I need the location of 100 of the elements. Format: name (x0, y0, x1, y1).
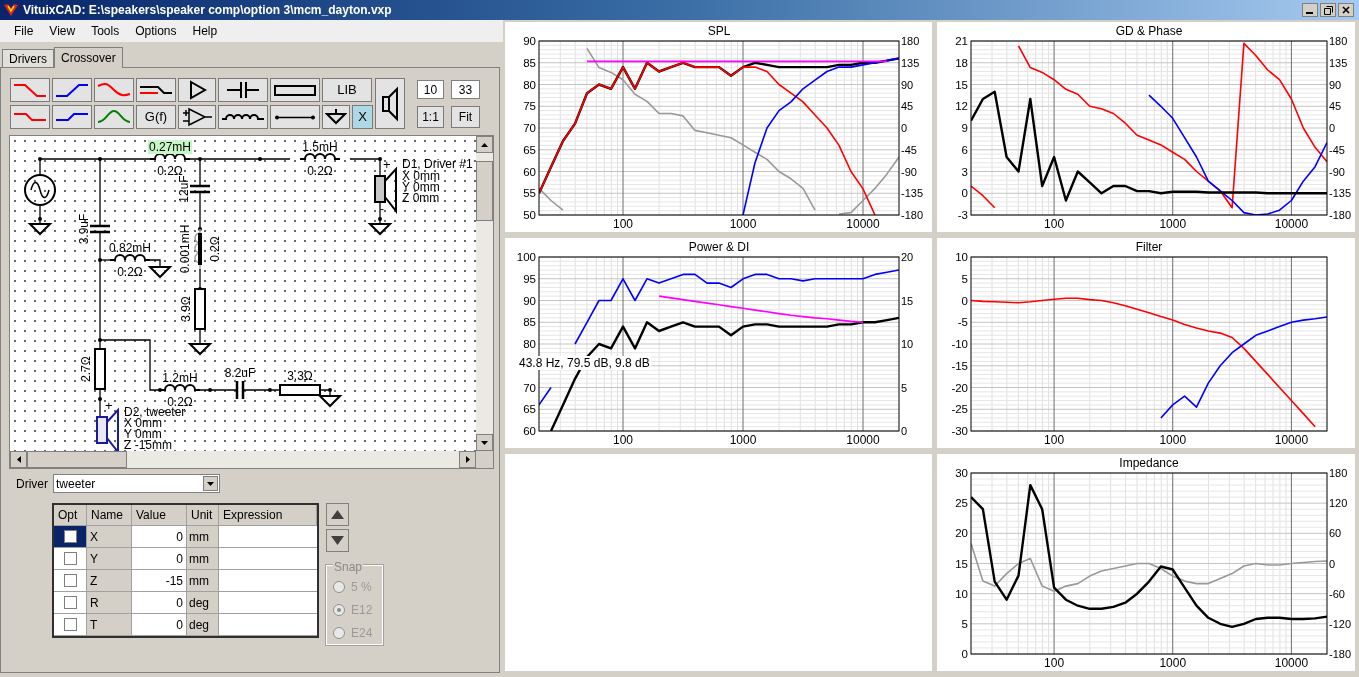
axis-tick-label: -25 (951, 402, 968, 417)
inductor-symbol[interactable] (194, 228, 202, 270)
column-header[interactable]: Opt (54, 505, 87, 526)
zoom-button[interactable]: 1:1 (417, 106, 444, 128)
table-cell[interactable] (54, 592, 87, 614)
toolbar-button[interactable] (218, 105, 268, 129)
menu-item[interactable]: View (41, 22, 84, 40)
checkbox[interactable] (63, 574, 77, 587)
inductor-symbol[interactable] (299, 153, 341, 160)
toolbar-button[interactable] (322, 105, 350, 129)
menu-item[interactable]: Help (184, 22, 226, 40)
toolbar-button[interactable] (270, 78, 320, 102)
column-header[interactable]: Unit (187, 505, 219, 526)
table-cell[interactable] (54, 526, 87, 548)
toolbar-button[interactable] (178, 105, 216, 129)
toolbar-button[interactable] (52, 105, 92, 129)
tab[interactable]: Drivers (2, 49, 54, 67)
toolbar-button[interactable] (375, 78, 405, 129)
checkbox[interactable] (63, 596, 77, 609)
table-cell[interactable] (54, 548, 87, 570)
table-cell[interactable]: 0 (132, 614, 187, 636)
axis-tick-label: 0 (961, 186, 968, 201)
axis-tick-label: 135 (1329, 55, 1348, 70)
zoom-field[interactable]: 33 (451, 80, 480, 99)
table-cell[interactable]: 0 (132, 526, 187, 548)
component-value: 3.9Ω (179, 296, 193, 322)
field-label: Driver (16, 475, 49, 493)
toolbar-button[interactable] (136, 78, 176, 102)
axis-tick-label: 30 (955, 466, 968, 480)
scroll-up-button[interactable] (476, 136, 493, 153)
move-down-button[interactable] (326, 529, 349, 552)
driver-dropdown[interactable]: tweeter (53, 474, 220, 493)
column-header[interactable]: Value (132, 505, 187, 526)
table-cell: mm (187, 526, 219, 548)
scrollbar-thumb[interactable] (27, 451, 127, 468)
right-arrow-icon (465, 456, 470, 463)
menu-item[interactable]: Tools (83, 22, 128, 40)
minimize-button[interactable] (1302, 3, 1318, 17)
column-header[interactable]: Name (87, 505, 132, 526)
speaker-symbol[interactable] (96, 407, 119, 451)
driver-position: X 0mm (402, 169, 440, 183)
axis-tick-label: 95 (523, 271, 536, 286)
move-up-button[interactable] (326, 503, 349, 526)
axis-tick-label: 0 (961, 293, 968, 308)
driver-position: Y 0mm (402, 180, 440, 194)
menu-item[interactable]: File (6, 22, 42, 40)
inductor-symbol[interactable] (149, 153, 191, 160)
resistor-symbol[interactable] (279, 384, 321, 396)
driver-label: D1, Driver #1 (402, 157, 473, 171)
restore-button[interactable] (1320, 3, 1336, 17)
capacitor-symbol[interactable] (188, 184, 212, 194)
axis-tick-label: 1000 (729, 217, 757, 231)
ground-symbol (367, 223, 393, 236)
restore-icon (1323, 5, 1333, 15)
toolbar-button[interactable]: G(f) (136, 105, 176, 129)
scroll-left-button[interactable] (10, 451, 27, 468)
axis-tick-label: 1000 (1159, 217, 1187, 231)
column-header[interactable]: Expression (219, 505, 317, 526)
scroll-right-button[interactable] (459, 451, 476, 468)
tab[interactable]: Crossover (54, 47, 123, 68)
toolbar-button[interactable]: X (352, 105, 373, 129)
menu-item[interactable]: Options (127, 22, 185, 40)
resistor-symbol[interactable] (194, 288, 206, 330)
table-cell[interactable]: -15 (132, 570, 187, 592)
checkbox[interactable] (63, 552, 77, 565)
axis-tick-label: 1000 (1159, 656, 1187, 670)
inductor-symbol[interactable] (109, 254, 151, 261)
toolbar-button[interactable] (218, 78, 268, 102)
axis-tick-label: 65 (523, 402, 536, 417)
scrollbar-thumb[interactable] (476, 161, 493, 221)
toolbar-button[interactable] (178, 78, 216, 102)
table-cell[interactable]: 0 (132, 592, 187, 614)
speaker-symbol[interactable] (374, 166, 397, 214)
toolbar-button[interactable]: LIB (322, 78, 372, 102)
zoom-button[interactable]: Fit (451, 106, 480, 128)
table-cell[interactable]: 0 (132, 548, 187, 570)
ac-source-symbol[interactable] (24, 174, 56, 206)
vertical-scrollbar[interactable] (476, 136, 493, 451)
horizontal-scrollbar[interactable] (10, 451, 476, 468)
inductor-symbol[interactable] (159, 384, 201, 391)
wire (149, 259, 161, 268)
checkbox[interactable] (63, 618, 77, 631)
zoom-field[interactable]: 10 (417, 80, 444, 99)
checkbox[interactable] (63, 530, 77, 543)
close-button[interactable] (1338, 3, 1354, 17)
axis-tick-label: 0 (901, 424, 908, 438)
junction-dot (258, 157, 262, 161)
junction-dot (198, 227, 202, 231)
junction-dot (98, 397, 102, 401)
axis-tick-label: -120 (1329, 616, 1352, 631)
table-cell[interactable] (54, 570, 87, 592)
component-value: 2.7Ω (79, 356, 93, 382)
toolbar-button[interactable] (52, 78, 92, 102)
scroll-down-button[interactable] (476, 434, 493, 451)
capacitor-symbol[interactable] (235, 379, 245, 401)
capacitor-symbol[interactable] (88, 224, 112, 234)
table-cell[interactable] (54, 614, 87, 636)
toolbar-button[interactable] (270, 105, 320, 129)
app-logo-icon (3, 3, 19, 17)
resistor-symbol[interactable] (94, 348, 106, 390)
